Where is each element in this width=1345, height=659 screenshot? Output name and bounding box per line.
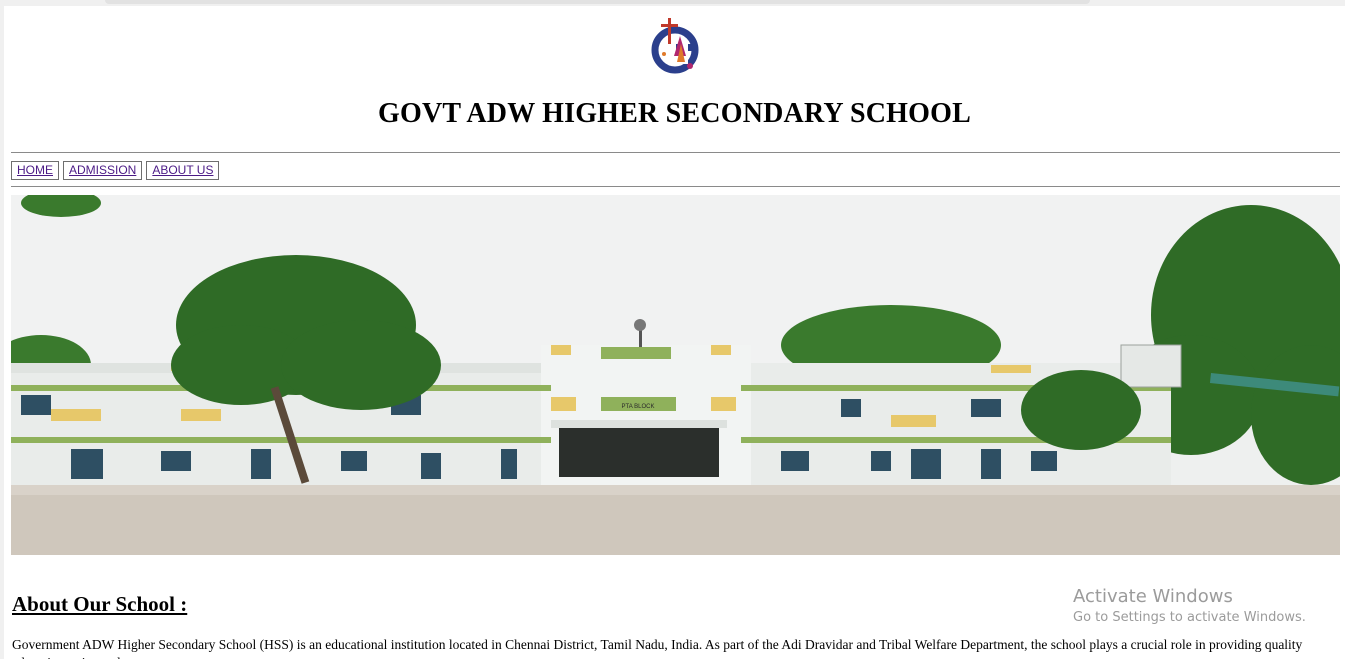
school-crest-logo-icon bbox=[651, 18, 699, 74]
about-paragraph: Government ADW Higher Secondary School (… bbox=[12, 637, 1303, 659]
school-title: GOVT ADW HIGHER SECONDARY SCHOOL bbox=[377, 98, 971, 129]
activate-windows-title: Activate Windows bbox=[1073, 586, 1233, 607]
hero-sign-text: PTA BLOCK bbox=[622, 404, 655, 410]
main-nav: HOME ADMISSION ABOUT US bbox=[11, 161, 220, 180]
school-building-photo: PTA BLOCK bbox=[11, 195, 1340, 555]
nav-admission-link[interactable]: ADMISSION bbox=[63, 161, 143, 180]
activate-windows-subtitle: Go to Settings to activate Windows. bbox=[1073, 610, 1306, 625]
nav-about-us-link[interactable]: ABOUT US bbox=[146, 161, 220, 180]
divider-bottom bbox=[11, 186, 1340, 187]
activate-windows-watermark: Activate Windows Go to Settings to activ… bbox=[1073, 586, 1306, 628]
divider-top bbox=[11, 152, 1340, 153]
nav-home-link[interactable]: HOME bbox=[11, 161, 59, 180]
about-heading: About Our School : bbox=[12, 592, 188, 616]
browser-top-edge bbox=[105, 0, 1090, 4]
page: GOVT ADW HIGHER SECONDARY SCHOOL HOME AD… bbox=[4, 6, 1345, 659]
